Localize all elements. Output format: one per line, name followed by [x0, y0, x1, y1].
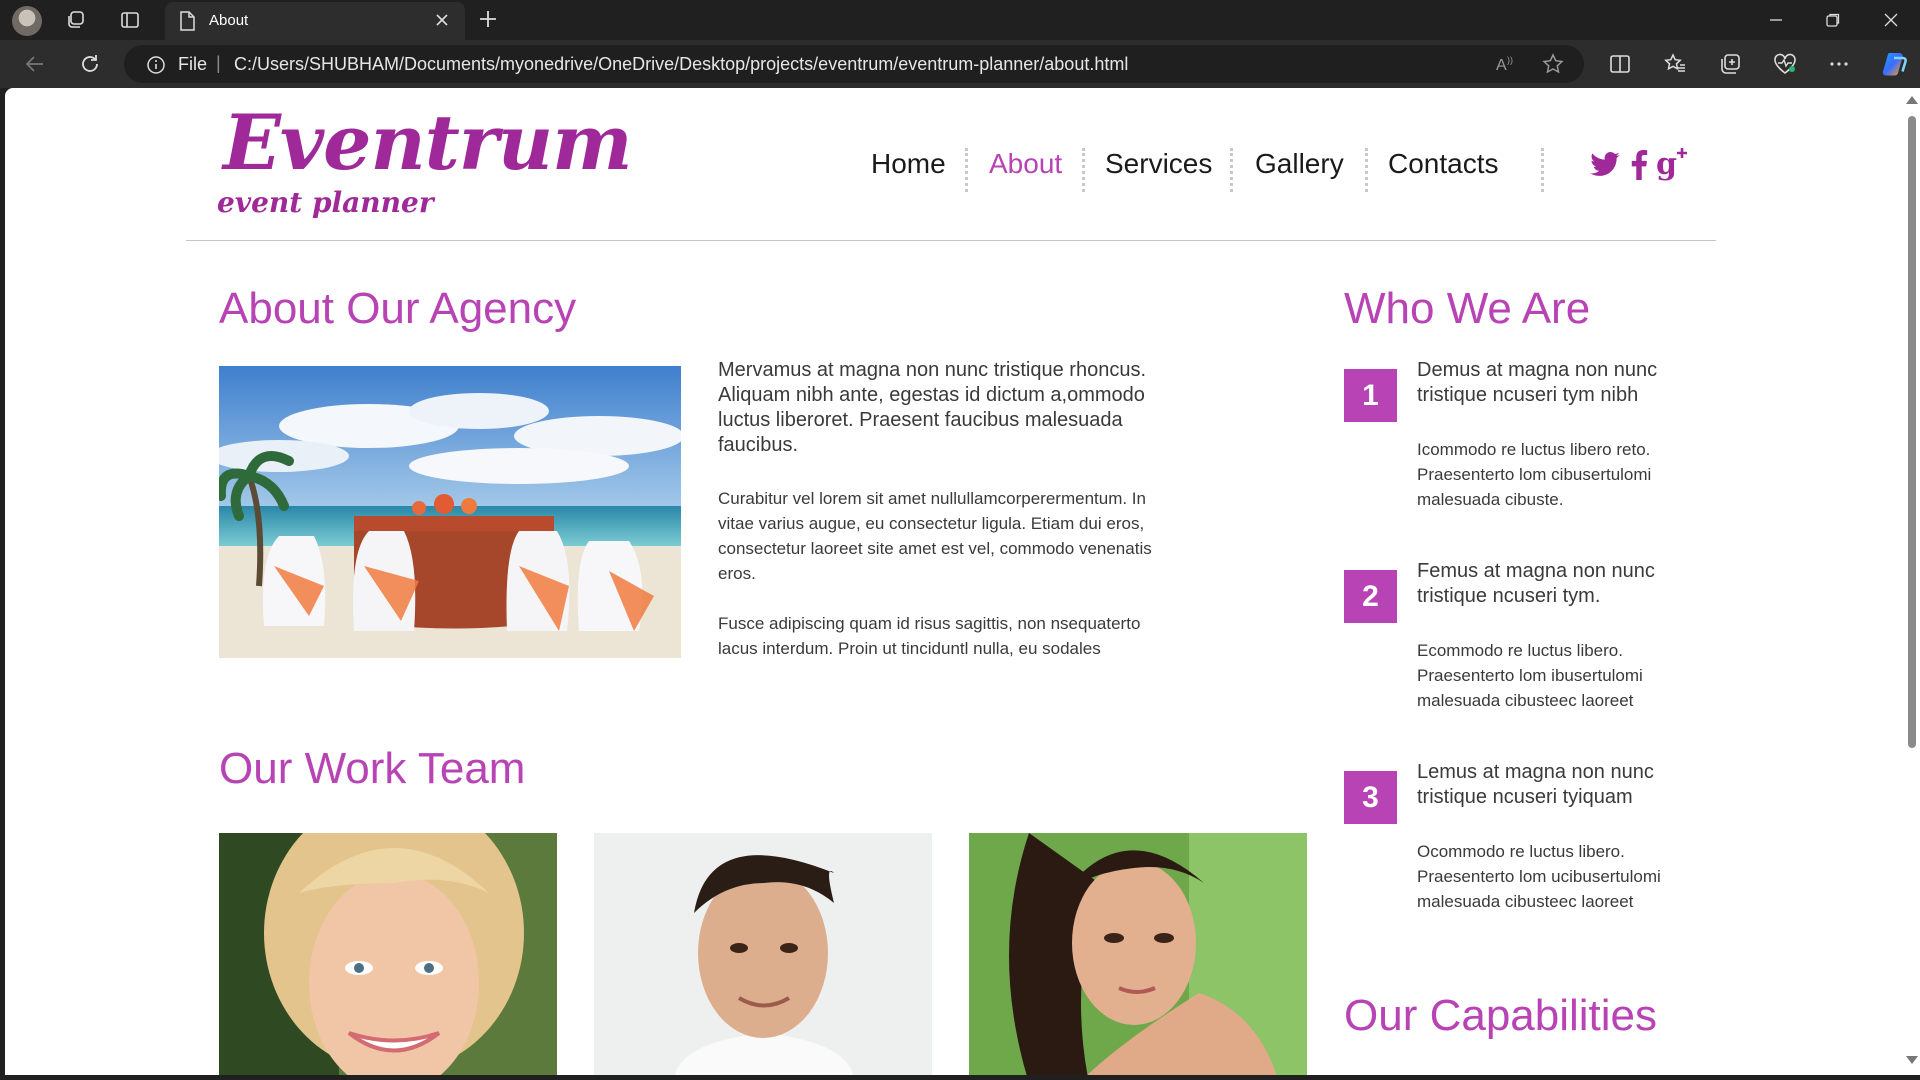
- tab-actions-icon[interactable]: [118, 8, 142, 32]
- svg-text:)): )): [1507, 55, 1513, 65]
- refresh-icon[interactable]: [77, 51, 103, 77]
- back-icon[interactable]: [22, 51, 48, 77]
- nav-about[interactable]: About: [989, 148, 1062, 180]
- window-close-icon[interactable]: [1871, 6, 1911, 34]
- who-item-text: Ocommodo re luctus libero. Praesenterto …: [1417, 842, 1661, 911]
- who-heading: Who We Are: [1344, 284, 1591, 333]
- tab-title: About: [209, 12, 249, 29]
- nav-divider: [1541, 148, 1544, 192]
- team-member-1-photo[interactable]: [219, 833, 557, 1075]
- close-icon[interactable]: [433, 11, 451, 34]
- website: Eventrum event planner Home About Servic…: [5, 88, 1902, 1075]
- step-number-badge: 1: [1344, 369, 1397, 422]
- nav-services[interactable]: Services: [1105, 148, 1212, 180]
- team-member-2-photo[interactable]: [594, 833, 932, 1075]
- step-number-badge: 3: [1344, 771, 1397, 824]
- about-paragraph-1: Curabitur vel lorem sit amet nullullamco…: [718, 489, 1152, 583]
- about-heading: About Our Agency: [219, 284, 577, 333]
- facebook-icon[interactable]: [1630, 150, 1648, 185]
- who-item-title: Femus at magna non nunc tristique ncuser…: [1417, 560, 1655, 607]
- collections-icon[interactable]: [1717, 51, 1743, 77]
- address-scheme: File: [178, 54, 208, 74]
- minimize-icon[interactable]: [1756, 6, 1796, 34]
- page-icon: [179, 11, 195, 36]
- who-item-title: Demus at magna non nunc tristique ncuser…: [1417, 359, 1658, 406]
- address-bar[interactable]: File | C:/Users/SHUBHAM/Documents/myoned…: [124, 45, 1584, 83]
- header-divider: [186, 240, 1716, 241]
- capabilities-heading: Our Capabilities: [1344, 991, 1658, 1040]
- who-item-title: Lemus at magna non nunc tristique ncuser…: [1417, 761, 1654, 808]
- svg-text:A: A: [1496, 57, 1507, 74]
- new-tab-icon[interactable]: [477, 8, 499, 35]
- scroll-down-arrow[interactable]: [1906, 1056, 1918, 1064]
- more-icon[interactable]: [1826, 51, 1852, 77]
- workspaces-icon[interactable]: [64, 8, 88, 32]
- nav-divider: [1230, 148, 1233, 192]
- browser-titlebar: About: [0, 0, 1920, 40]
- team-heading: Our Work Team: [219, 744, 526, 793]
- who-item-text: Icommodo re luctus libero reto. Praesent…: [1417, 440, 1652, 509]
- address-separator: |: [216, 53, 221, 73]
- logo-tagline: event planner: [217, 186, 434, 219]
- team-member-3-photo[interactable]: [969, 833, 1307, 1075]
- favorites-icon[interactable]: [1662, 51, 1688, 77]
- copilot-icon[interactable]: [1880, 49, 1910, 79]
- page-viewport: Eventrum event planner Home About Servic…: [5, 88, 1920, 1075]
- profile-avatar[interactable]: [12, 6, 42, 36]
- about-lead-text: Mervamus at magna non nunc tristique rho…: [718, 359, 1146, 456]
- google-plus-icon[interactable]: g: [1655, 145, 1691, 186]
- url-text[interactable]: C:/Users/SHUBHAM/Documents/myonedrive/On…: [234, 54, 1128, 75]
- info-icon[interactable]: [146, 55, 166, 80]
- address-toolbar: File | C:/Users/SHUBHAM/Documents/myoned…: [0, 40, 1920, 88]
- logo-title[interactable]: Eventrum: [223, 98, 633, 187]
- scroll-up-arrow[interactable]: [1906, 96, 1918, 104]
- nav-gallery[interactable]: Gallery: [1255, 148, 1344, 180]
- svg-text:g: g: [1656, 147, 1677, 181]
- tab-about[interactable]: About: [165, 2, 465, 40]
- browser-essentials-icon[interactable]: [1772, 51, 1798, 77]
- split-screen-icon[interactable]: [1607, 51, 1633, 77]
- read-aloud-icon[interactable]: A)): [1494, 53, 1516, 80]
- step-number-badge: 2: [1344, 570, 1397, 623]
- page-scrollbar[interactable]: [1902, 88, 1920, 1075]
- beach-wedding-table-photo: [219, 366, 681, 658]
- favorite-star-icon[interactable]: [1542, 53, 1564, 80]
- nav-divider: [1082, 148, 1085, 192]
- about-paragraph-2: Fusce adipiscing quam id risus sagittis,…: [718, 614, 1141, 658]
- nav-contacts[interactable]: Contacts: [1388, 148, 1499, 180]
- restore-icon[interactable]: [1813, 6, 1853, 34]
- twitter-icon[interactable]: [1589, 150, 1621, 185]
- scrollbar-thumb[interactable]: [1908, 116, 1916, 748]
- nav-divider: [965, 148, 968, 192]
- nav-divider: [1365, 148, 1368, 192]
- who-item-text: Ecommodo re luctus libero. Praesenterto …: [1417, 641, 1643, 710]
- nav-home[interactable]: Home: [871, 148, 946, 180]
